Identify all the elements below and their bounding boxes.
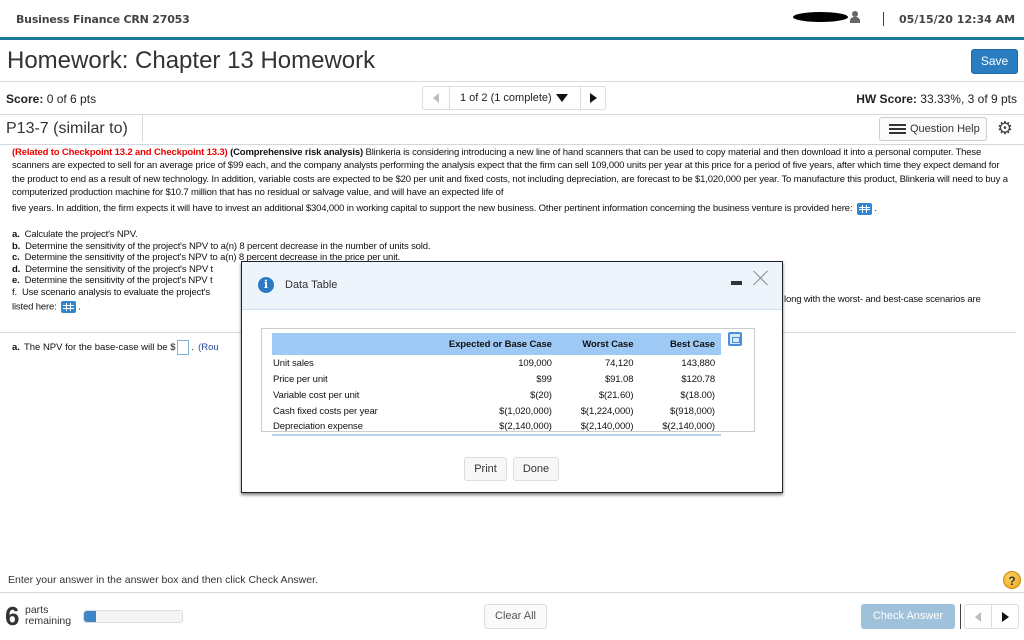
datetime: 05/15/20 12:34 AM <box>899 13 1016 26</box>
minimize-icon[interactable] <box>731 281 742 285</box>
data-table-icon[interactable] <box>856 202 872 215</box>
data-table-dialog: i Data Table Expected or Base Case Worst… <box>241 261 783 493</box>
triangle-left-icon <box>433 93 439 103</box>
answer-prompt: The NPV for the base-case will be $ <box>23 342 176 353</box>
problem-statement: (Related to Checkpoint 13.2 and Checkpoi… <box>12 147 1008 215</box>
problem-body-2: five years. In addition, the firm expect… <box>12 203 853 215</box>
table-header-row: Expected or Base Case Worst Case Best Ca… <box>272 333 721 355</box>
close-icon[interactable] <box>753 270 769 286</box>
print-button[interactable]: Print <box>464 457 507 481</box>
divider <box>0 114 1024 115</box>
divider <box>0 144 1024 145</box>
table-row: Price per unit $99 $91.08 $120.78 <box>273 373 715 385</box>
table-row: Depreciation expense $(2,140,000) $(2,140,… <box>272 419 721 436</box>
pager-text: 1 of 2 (1 complete) <box>460 92 552 104</box>
rounding-hint: (Rou <box>198 342 219 353</box>
previous-part-button[interactable] <box>965 605 992 628</box>
parts-f-tail: long with the worst- and best-case scena… <box>784 294 981 305</box>
divider <box>0 81 1024 82</box>
parts-remaining-count: 6 <box>5 601 20 631</box>
check-answer-button[interactable]: Check Answer <box>861 604 955 629</box>
redacted-username <box>793 12 848 22</box>
parts-remaining-label: parts remaining <box>25 604 72 627</box>
clear-all-button[interactable]: Clear All <box>484 604 547 629</box>
triangle-right-icon <box>1001 611 1009 622</box>
score-value: 0 of 6 pts <box>46 92 97 106</box>
column-header: Best Case <box>639 333 721 355</box>
data-table: Expected or Base Case Worst Case Best Ca… <box>272 333 721 436</box>
next-question-button[interactable] <box>581 87 605 109</box>
parts-progress-bar <box>83 610 183 623</box>
question-help-button[interactable]: Question Help <box>879 117 987 141</box>
score-label: Score: <box>6 92 44 106</box>
column-header: Worst Case <box>557 333 640 355</box>
list-icon <box>889 124 906 134</box>
progress-fill <box>84 611 96 622</box>
course-name: Business Finance CRN 27053 <box>16 13 190 26</box>
npv-answer-input[interactable] <box>177 340 190 355</box>
data-table-frame: Expected or Base Case Worst Case Best Ca… <box>261 328 755 436</box>
table-row: Cash fixed costs per year $(1,020,000) $(1… <box>273 405 715 417</box>
score: Score: 0 of 6 pts <box>6 92 96 106</box>
info-icon: i <box>258 277 274 293</box>
scenario-table-icon[interactable] <box>61 301 77 313</box>
top-bar: Business Finance CRN 27053 05/15/20 12:3… <box>0 0 1024 40</box>
part-item: b. Determine the sensitivity of the proj… <box>12 240 431 252</box>
problem-topic: (Comprehensive risk analysis) <box>230 147 364 158</box>
part-item: a. Calculate the project's NPV. <box>12 229 138 240</box>
divider <box>960 604 961 629</box>
previous-question-button[interactable] <box>423 87 450 109</box>
help-icon[interactable]: ? <box>1003 571 1021 589</box>
user-icon[interactable] <box>850 11 860 23</box>
gear-icon[interactable]: ⚙ <box>996 119 1014 137</box>
divider <box>883 12 884 26</box>
caret-down-icon <box>555 94 568 102</box>
divider <box>142 114 143 142</box>
dialog-header: i Data Table <box>242 262 782 310</box>
question-select-dropdown[interactable]: 1 of 2 (1 complete) <box>450 87 581 109</box>
table-row: Variable cost per unit $(20) $(21.60) $(18.… <box>273 389 715 401</box>
part-nav <box>964 604 1019 629</box>
copy-to-spreadsheet-icon[interactable] <box>728 332 742 346</box>
table-row: Unit sales 109,000 74,120 143,880 <box>273 357 715 369</box>
triangle-right-icon <box>589 93 597 103</box>
answer-part-a: a. The NPV for the base-case will be $ .… <box>12 340 219 355</box>
question-help-label: Question Help <box>910 123 980 135</box>
done-button[interactable]: Done <box>513 457 559 481</box>
question-pager: 1 of 2 (1 complete) <box>422 86 606 110</box>
next-part-button[interactable] <box>992 605 1018 628</box>
triangle-left-icon <box>975 611 981 622</box>
hw-score-value: 33.33%, 3 of 9 pts <box>920 92 1017 106</box>
problem-id: P13-7 (similar to) <box>6 120 128 137</box>
divider <box>0 592 1024 593</box>
instruction-text: Enter your answer in the answer box and … <box>8 574 318 586</box>
hw-score: HW Score: 33.33%, 3 of 9 pts <box>856 92 1017 106</box>
column-header: Expected or Base Case <box>412 333 558 355</box>
dialog-title: Data Table <box>285 279 338 291</box>
page-title: Homework: Chapter 13 Homework <box>7 47 376 74</box>
hw-score-label: HW Score: <box>856 92 917 106</box>
save-button[interactable]: Save <box>971 49 1018 74</box>
related-checkpoints: (Related to Checkpoint 13.2 and Checkpoi… <box>12 147 228 158</box>
